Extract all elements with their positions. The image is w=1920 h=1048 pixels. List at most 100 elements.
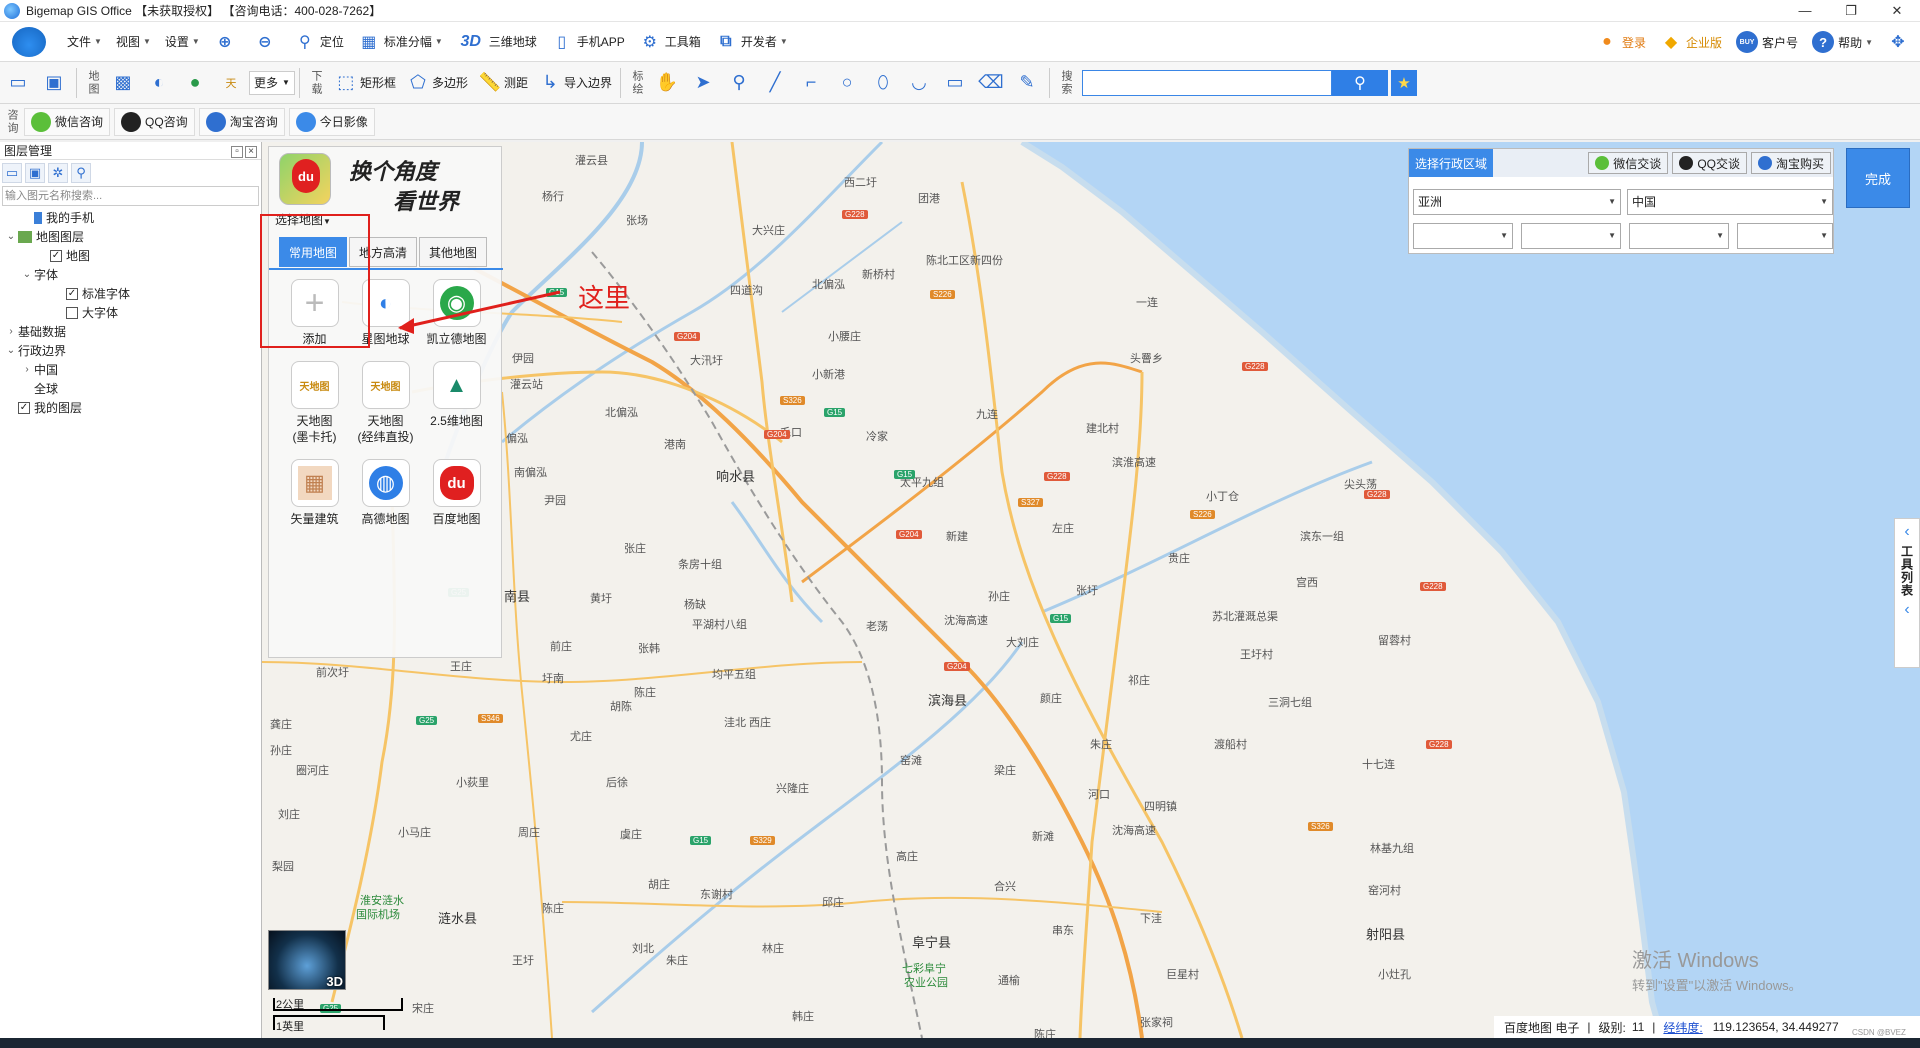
minimize-button[interactable]: — [1782,0,1828,22]
starmap-button[interactable]: ◐ [141,67,177,99]
help-button[interactable]: ? 帮助 ▼ [1805,27,1880,57]
layer-checkbox[interactable]: ✓ [66,287,78,300]
taobao-buy-button[interactable]: 淘宝购买 [1750,152,1831,174]
chevron-down-icon[interactable]: ⌄ [4,345,18,356]
layer-tree-row[interactable]: 大字体 [0,303,261,322]
rect-download-button[interactable]: ⬚ 矩形框 [328,67,400,99]
layer-tree-row[interactable]: ⌄ 行政边界 [0,341,261,360]
map-source-item[interactable]: ▲ 2.5维地图 [421,361,492,459]
layer-settings-button[interactable]: ✲ [48,163,68,183]
map-canvas[interactable]: 灌云县 杨行 西二圩 团港 张场 大兴庄 陈北工区新四份 新桥村 四道沟 北偏泓 一连 小腰庄 头罾乡伊… [262,142,1920,1038]
layer-tree-row[interactable]: 我的手机 [0,208,261,227]
line-tool[interactable]: ╱ [757,67,793,99]
chevron-down-icon[interactable]: ⌄ [4,231,18,242]
town-select[interactable]: ▼ [1737,223,1833,249]
mobile-app-button[interactable]: ▯ 手机APP [544,27,632,57]
login-button[interactable]: ● 登录 [1589,27,1653,57]
tab-other-maps[interactable]: 其他地图 [419,237,487,267]
chevron-right-icon[interactable]: › [4,326,18,337]
save-button[interactable]: ▣ [36,67,72,99]
marker-tool[interactable]: ⚲ [721,67,757,99]
expand-button[interactable]: ✥ [1880,27,1920,57]
favorite-button[interactable]: ★ [1391,69,1417,96]
rectangle-tool[interactable]: ▭ [937,67,973,99]
tiles-button[interactable]: ▦ 标准分幅 ▼ [351,27,450,57]
map-source-item[interactable]: du 百度地图 [421,459,492,557]
continent-select[interactable]: 亚洲 ▼ [1413,189,1621,215]
wechat-chat-button[interactable]: 微信交谈 [1588,152,1669,174]
done-button[interactable]: 完成 [1846,148,1910,208]
layer-tree-row[interactable]: › 中国 [0,360,261,379]
enterprise-button[interactable]: ◆ 企业版 [1653,27,1729,57]
taobao-consult-button[interactable]: 淘宝咨询 [198,107,285,136]
map-source-button[interactable]: ▩ [105,67,141,99]
globe3d-button[interactable]: 3D 三维地球 [450,27,544,57]
wechat-consult-button[interactable]: 微信咨询 [24,107,111,136]
tools-list-tab[interactable]: ‹ 工具列表 ‹ [1894,518,1920,668]
layer-tree-row[interactable]: ⌄ 字体 [0,265,261,284]
map-source-item[interactable]: ◍ 高德地图 [350,459,421,557]
chevron-right-icon[interactable]: › [20,364,34,375]
layer-search-button[interactable]: ⚲ [71,163,91,183]
menu-view[interactable]: 视图 ▼ [109,27,158,57]
map-source-item[interactable]: 天地图 天地图 (墨卡托) [279,361,350,459]
layer-checkbox[interactable]: ✓ [50,249,62,262]
layer-tree-row[interactable]: › 基础数据 [0,322,261,341]
qq-chat-button[interactable]: QQ交谈 [1672,152,1747,174]
search-input[interactable] [1082,69,1332,96]
road-badge-s226: S226 [1190,510,1215,519]
kld-button[interactable]: ● [177,67,213,99]
zoom-out-button[interactable]: ⊖ [247,27,287,57]
curve-tool[interactable]: ◡ [901,67,937,99]
polygon-download-button[interactable]: ⬠ 多边形 [400,67,472,99]
county-select[interactable]: ▼ [1629,223,1729,249]
restore-button[interactable]: ❐ [1828,0,1874,22]
circle-tool[interactable]: ○ [829,67,865,99]
locate-button[interactable]: ⚲ 定位 [287,27,351,57]
import-boundary-button[interactable]: ↳ 导入边界 [532,67,616,99]
ellipse-tool[interactable]: ⬯ [865,67,901,99]
map-place-label: 北偏泓 [812,279,845,291]
menu-settings[interactable]: 设置 ▼ [158,27,207,57]
map-source-item[interactable]: ▦ 矢量建筑 [279,459,350,557]
layer-checkbox[interactable]: ✓ [18,401,30,414]
pan-tool[interactable]: ✋ [649,67,685,99]
open-layer-button[interactable]: ▭ [2,163,22,183]
close-button[interactable]: ✕ [1874,0,1920,22]
menu-file[interactable]: 文件 ▼ [60,27,109,57]
layer-tree-row[interactable]: ⌄ 地图图层 [0,227,261,246]
zoom-in-button[interactable]: ⊕ [207,27,247,57]
close-panel-button[interactable]: × [245,145,257,158]
current-map-thumbnail[interactable]: du [279,153,331,205]
select-tool[interactable]: ➤ [685,67,721,99]
layer-tree-row[interactable]: ✓ 地图 [0,246,261,265]
chevron-down-icon[interactable]: ⌄ [20,269,34,280]
pin-panel-button[interactable]: ▫ [231,145,243,158]
map-source-item[interactable]: ◉ 凯立德地图 [421,279,492,361]
search-button[interactable]: ⚲ [1332,69,1388,96]
map-source-item[interactable]: 天地图 天地图 (经纬直投) [350,361,421,459]
qq-consult-button[interactable]: QQ咨询 [114,107,195,136]
save-layer-button[interactable]: ▣ [25,163,45,183]
layer-tree-row[interactable]: ✓ 我的图层 [0,398,261,417]
city-select[interactable]: ▼ [1521,223,1621,249]
account-button[interactable]: BUY 客户号 [1729,27,1805,57]
open-button[interactable]: ▭ [0,67,36,99]
developer-button[interactable]: ⧉ 开发者 ▼ [708,27,795,57]
toolbox-button[interactable]: ⚙ 工具箱 [632,27,708,57]
today-imagery-button[interactable]: 今日影像 [288,107,375,136]
polyline-tool[interactable]: ⌐ [793,67,829,99]
measure-button[interactable]: 📏 测距 [472,67,532,99]
layer-checkbox[interactable] [66,306,78,319]
edit-tool[interactable]: ✎ [1009,67,1045,99]
tianditu-button[interactable]: 天 [213,67,249,99]
layer-tree-row[interactable]: ✓ 标准字体 [0,284,261,303]
layer-search-input[interactable]: 输入图元名称搜索... [2,186,259,206]
more-button[interactable]: 更多 ▼ [249,70,295,95]
eraser-tool[interactable]: ⌫ [973,67,1009,99]
coordinate-label-link[interactable]: 经纬度: [1663,1019,1702,1036]
layer-tree-row[interactable]: 全球 [0,379,261,398]
globe-3d-thumbnail[interactable]: 3D [268,930,346,990]
country-select[interactable]: 中国 ▼ [1627,189,1833,215]
province-select[interactable]: ▼ [1413,223,1513,249]
